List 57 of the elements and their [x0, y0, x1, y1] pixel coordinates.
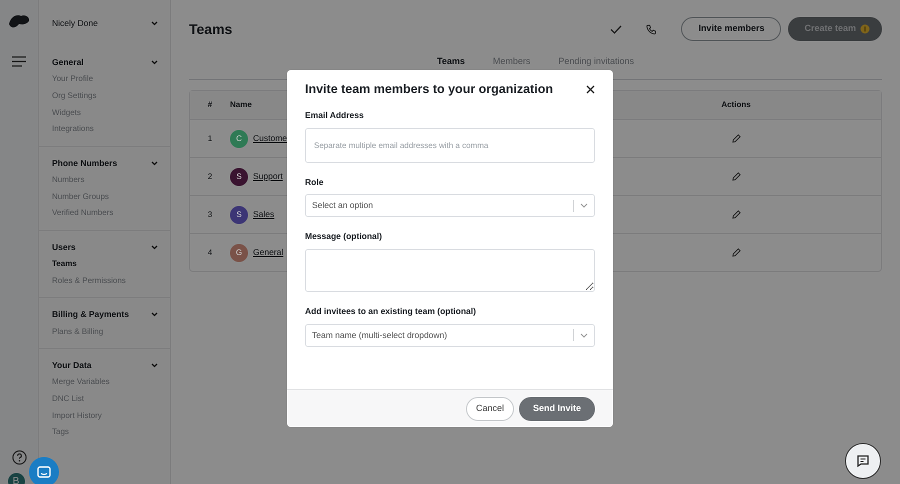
- check-icon[interactable]: [610, 24, 622, 34]
- help-icon[interactable]: [12, 450, 26, 465]
- section-heading[interactable]: Users: [52, 240, 76, 254]
- column-header: #: [206, 99, 214, 111]
- chevron-icon[interactable]: [151, 312, 158, 318]
- sidebar-item[interactable]: Teams: [52, 258, 77, 270]
- chevron-icon[interactable]: [580, 332, 588, 338]
- field-label: Role: [305, 176, 324, 188]
- team-name-link[interactable]: General: [253, 246, 284, 259]
- chat-button[interactable]: [845, 443, 881, 479]
- team-avatar: G: [230, 244, 248, 262]
- team-name-link[interactable]: Custome: [253, 132, 288, 145]
- section-heading[interactable]: Phone Numbers: [52, 156, 118, 170]
- team-avatar: S: [230, 168, 248, 186]
- team-avatar: C: [230, 130, 248, 148]
- pencil-icon[interactable]: [732, 210, 740, 219]
- cancel-button[interactable]: Cancel: [466, 396, 514, 420]
- page-title: Teams: [189, 20, 234, 38]
- row-number: 2: [206, 170, 214, 182]
- chevron-icon[interactable]: [580, 203, 588, 208]
- team-name-link[interactable]: Support: [253, 170, 283, 183]
- chevron-icon[interactable]: [151, 362, 158, 368]
- section-heading[interactable]: General: [52, 56, 84, 69]
- row-number: 3: [206, 208, 214, 220]
- message-field[interactable]: [305, 249, 595, 292]
- organization-name[interactable]: Nicely Done: [52, 16, 98, 30]
- menu-icon[interactable]: [12, 56, 26, 67]
- chat-icon: [856, 454, 870, 468]
- dialog-title: Invite team members to your organization: [305, 81, 553, 98]
- pencil-icon[interactable]: [732, 134, 740, 143]
- invite-members-button[interactable]: Invite members: [681, 17, 782, 41]
- coin-icon: [860, 24, 870, 34]
- chevron-icon[interactable]: [151, 20, 158, 26]
- row-number: 4: [206, 246, 214, 258]
- chevron-icon[interactable]: [151, 160, 158, 166]
- row-number: 1: [206, 132, 214, 144]
- team-name-link[interactable]: Sales: [253, 208, 274, 221]
- pencil-icon[interactable]: [732, 172, 740, 181]
- phone-icon[interactable]: [646, 24, 658, 34]
- user-avatar[interactable]: B: [8, 473, 24, 484]
- field-label: Message (optional): [305, 230, 383, 243]
- section-heading[interactable]: Billing & Payments: [52, 308, 129, 322]
- email-field[interactable]: Separate multiple email addresses with a comma: [305, 128, 595, 162]
- close-icon[interactable]: [586, 84, 595, 94]
- pencil-icon[interactable]: [732, 248, 740, 257]
- chevron-icon[interactable]: [151, 244, 158, 250]
- field-label: Email Address: [305, 108, 365, 122]
- team-avatar: S: [230, 206, 248, 224]
- section-heading[interactable]: Your Data: [52, 359, 92, 372]
- chat-icon: [37, 466, 51, 478]
- select-field[interactable]: Select an option: [305, 194, 595, 218]
- send-invite-button[interactable]: Send Invite: [519, 396, 595, 420]
- column-header: Actions: [720, 99, 752, 111]
- column-header: Name: [230, 99, 253, 111]
- select-field[interactable]: Team name (multi-select dropdown): [305, 324, 595, 347]
- field-label: Add invitees to an existing team (optional): [305, 305, 477, 318]
- chevron-icon[interactable]: [151, 60, 158, 65]
